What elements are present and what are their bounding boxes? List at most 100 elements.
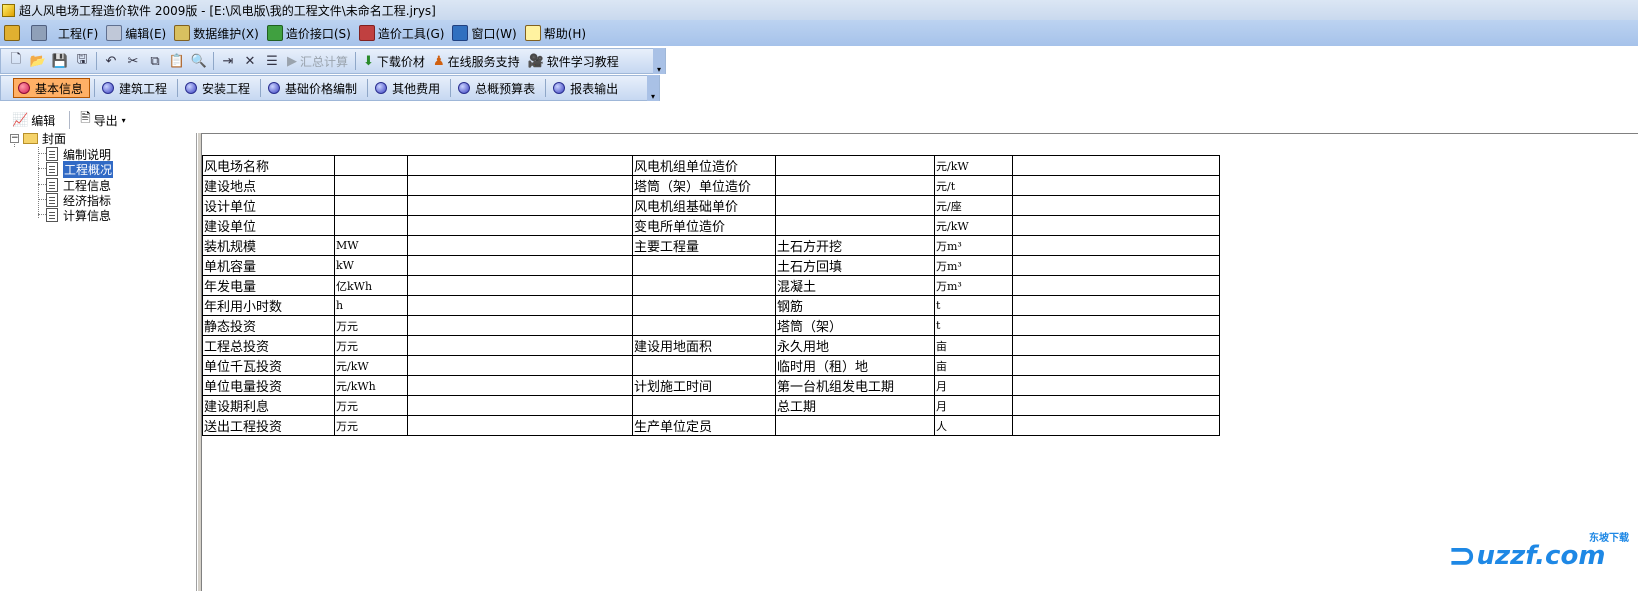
label-cell: 单位千瓦投资 — [202, 355, 335, 376]
value-cell[interactable] — [1012, 255, 1220, 276]
value-cell[interactable] — [1012, 175, 1220, 196]
tab-base-price[interactable]: 基础价格编制 — [264, 78, 363, 98]
sublabel-cell — [775, 155, 935, 176]
value-cell[interactable] — [407, 415, 633, 436]
label-cell: 生产单位定员 — [632, 415, 776, 436]
toolbar-overflow-icon[interactable]: ▾ — [653, 48, 665, 74]
tools-icon — [31, 25, 47, 41]
menu-project[interactable]: 工程(F) — [58, 25, 98, 42]
menu-window-label: 窗口(W) — [471, 26, 517, 41]
value-cell[interactable] — [407, 375, 633, 396]
menu-cost-tools[interactable]: 造价工具(G) — [358, 25, 444, 42]
unit-cell: t — [934, 295, 1013, 316]
toolbar-separator — [94, 79, 96, 97]
sublabel-cell: 土石方回填 — [775, 255, 935, 276]
find-icon[interactable]: 🔍 — [188, 51, 210, 71]
value-cell[interactable] — [407, 275, 633, 296]
value-cell[interactable] — [407, 235, 633, 256]
menu-window[interactable]: 窗口(W) — [452, 25, 517, 42]
value-cell[interactable] — [1012, 295, 1220, 316]
value-cell[interactable] — [1012, 235, 1220, 256]
edit-button[interactable]: 📈 编辑 — [8, 110, 59, 130]
value-cell[interactable] — [1012, 355, 1220, 376]
new-file-icon[interactable]: 🗋 — [5, 51, 27, 71]
indent-icon[interactable]: ⇥ — [217, 51, 239, 71]
save-icon[interactable]: 💾 — [49, 51, 71, 71]
delete-icon[interactable]: ✕ — [239, 51, 261, 71]
value-cell[interactable] — [407, 395, 633, 416]
unit-cell: 万m³ — [934, 255, 1013, 276]
label-cell: 建设地点 — [202, 175, 335, 196]
paste-icon[interactable]: 📋 — [166, 51, 188, 71]
menu-person[interactable] — [4, 25, 23, 41]
collapse-icon[interactable]: − — [10, 133, 19, 143]
label-cell: 建设期利息 — [202, 395, 335, 416]
value-cell[interactable] — [1012, 195, 1220, 216]
undo-icon[interactable]: ↶ — [100, 51, 122, 71]
document-area: 风电场名称 风电机组单位造价 元/kW 建设地点 塔筒（架）单位造价 元/t 设计单位 风电机… — [202, 133, 1638, 591]
project-overview-table: 风电场名称 风电机组单位造价 元/kW 建设地点 塔筒（架）单位造价 元/t 设计单位 风电机… — [202, 155, 1220, 436]
value-cell[interactable] — [1012, 315, 1220, 336]
tree-node-project-overview[interactable]: 工程概况 — [46, 160, 114, 178]
value-cell[interactable] — [1012, 375, 1220, 396]
toolbar-separator — [177, 79, 179, 97]
tab-total-estimate[interactable]: 总概预算表 — [454, 78, 541, 98]
summary-calc-button[interactable]: ▶ 汇总计算 — [283, 53, 352, 70]
toolbar-overflow-icon[interactable]: ▾ — [647, 75, 659, 101]
label-cell: 建设用地面积 — [632, 335, 776, 356]
label-cell: 年利用小时数 — [202, 295, 335, 316]
menu-help[interactable]: 帮助(H) — [524, 25, 586, 42]
open-folder-icon[interactable]: 📂 — [27, 51, 49, 71]
tab-other-costs[interactable]: 其他费用 — [371, 78, 446, 98]
download-prices-button[interactable]: ⬇ 下载价材 — [359, 53, 429, 70]
ball-icon — [553, 82, 566, 94]
tab-building-works[interactable]: 建筑工程 — [98, 78, 173, 98]
value-cell[interactable] — [1012, 215, 1220, 236]
menu-edit[interactable]: 编辑(E) — [106, 25, 166, 42]
tab-report-output[interactable]: 报表输出 — [549, 78, 624, 98]
tab-basic-info[interactable]: 基本信息 — [13, 78, 91, 98]
module-toolbar: 基本信息 建筑工程 安装工程 基础价格编制 其他费用 总概预算表 报表输出 ▾ — [0, 75, 660, 101]
menu-data-maintenance[interactable]: 数据维护(X) — [174, 25, 259, 42]
copy-icon[interactable]: ⧉ — [144, 51, 166, 71]
tree-node-cover[interactable]: − 封面 — [10, 130, 66, 146]
tutorial-button[interactable]: 🎥 软件学习教程 — [524, 53, 623, 70]
save-as-icon[interactable]: 🖫 — [71, 51, 93, 71]
toolbar-separator — [96, 52, 97, 70]
label-cell: 送出工程投资 — [202, 415, 335, 436]
chevron-down-icon: ▾ — [121, 115, 126, 125]
export-button[interactable]: 🖹 导出 ▾ — [76, 110, 129, 130]
value-cell[interactable] — [1012, 335, 1220, 356]
value-cell[interactable] — [407, 295, 633, 316]
value-cell[interactable] — [407, 155, 633, 176]
value-cell[interactable] — [407, 215, 633, 236]
value-cell[interactable] — [1012, 415, 1220, 436]
value-cell[interactable] — [1012, 275, 1220, 296]
unit-cell: 元/t — [934, 175, 1013, 196]
value-cell[interactable] — [407, 355, 633, 376]
title-bar: 超人风电场工程造价软件 2009版 - [E:\风电版\我的工程文件\未命名工程… — [0, 0, 1638, 20]
outline-icon[interactable]: ☰ — [261, 51, 283, 71]
wrench-icon — [358, 25, 375, 41]
label-cell: 计划施工时间 — [632, 375, 776, 396]
tree-node-calc-info[interactable]: 计算信息 — [46, 207, 111, 223]
value-cell[interactable] — [407, 175, 633, 196]
tab-installation-works[interactable]: 安装工程 — [181, 78, 256, 98]
table-row: 送出工程投资 万元 生产单位定员 人 — [202, 415, 1220, 436]
value-cell[interactable] — [1012, 155, 1220, 176]
value-cell[interactable] — [407, 195, 633, 216]
value-cell[interactable] — [407, 255, 633, 276]
toolbar-separator — [355, 52, 357, 70]
menu-tools[interactable] — [31, 25, 50, 41]
document-icon — [46, 193, 58, 207]
toolbar-separator — [69, 111, 71, 129]
value-cell[interactable] — [407, 315, 633, 336]
menu-data-maintenance-label: 数据维护(X) — [193, 26, 259, 41]
table-row: 工程总投资 万元 建设用地面积 永久用地亩 — [202, 335, 1220, 356]
online-support-button[interactable]: ♟ 在线服务支持 — [429, 53, 524, 70]
menu-cost-interface[interactable]: 造价接口(S) — [266, 25, 351, 42]
value-cell[interactable] — [1012, 395, 1220, 416]
cut-icon[interactable]: ✂ — [122, 51, 144, 71]
value-cell[interactable] — [407, 335, 633, 356]
unit-cell: 亩 — [934, 335, 1013, 356]
